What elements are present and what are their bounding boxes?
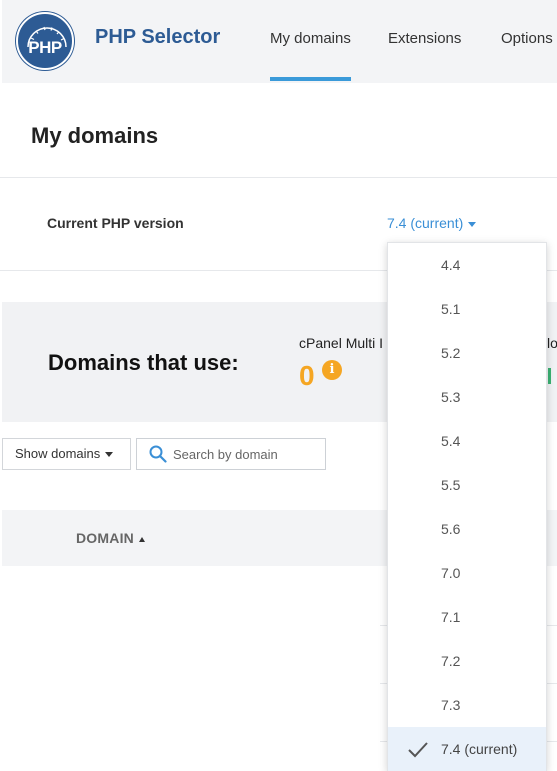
php-logo-icon: PHP [16,12,74,70]
version-option-7-3[interactable]: 7.3 [388,683,546,727]
version-option-label: 7.4 (current) [441,741,518,757]
version-option-7-2[interactable]: 7.2 [388,639,546,683]
show-domains-button[interactable]: Show domains [2,438,131,470]
version-option-7-1[interactable]: 7.1 [388,595,546,639]
usage-title: Domains that use: [48,350,239,375]
version-option-label: 5.5 [441,477,461,493]
info-icon[interactable]: i [322,360,342,380]
version-option-label: 5.3 [441,389,461,405]
version-option-5-4[interactable]: 5.4 [388,419,546,463]
php-version-dropdown: 4.4 5.1 5.2 5.3 5.4 5.5 5.6 7.0 7.1 7.2 … [387,242,547,771]
logo-text: PHP [28,38,62,57]
version-option-7-0[interactable]: 7.0 [388,551,546,595]
checkmark-icon [408,742,428,758]
divider [0,177,557,178]
version-option-label: 4.4 [441,257,461,273]
tab-options[interactable]: Options [501,30,553,47]
version-option-5-1[interactable]: 5.1 [388,287,546,331]
version-option-label: 5.1 [441,301,461,317]
current-php-version-label: Current PHP version [47,215,184,231]
status-mark [548,368,551,384]
version-option-5-2[interactable]: 5.2 [388,331,546,375]
version-option-5-5[interactable]: 5.5 [388,463,546,507]
usage-count: 0 [299,360,315,391]
app-title: PHP Selector [95,26,221,48]
php-version-select[interactable]: 7.4 (current) [387,215,477,231]
version-option-4-4[interactable]: 4.4 [388,243,546,287]
tab-extensions[interactable]: Extensions [388,30,461,47]
version-option-label: 5.6 [441,521,461,537]
search-input[interactable] [173,439,323,469]
version-option-label: 5.2 [441,345,461,361]
sort-ascending-icon [138,536,145,542]
caret-down-icon [105,452,114,458]
column-header-label: DOMAIN [76,530,134,546]
usage-subtitle: cPanel Multi I [299,335,384,351]
version-option-5-6[interactable]: 5.6 [388,507,546,551]
version-option-label: 7.0 [441,565,461,581]
version-option-label: 7.2 [441,653,461,669]
caret-down-icon [468,221,477,227]
active-tab-indicator [270,77,351,81]
version-option-label: 5.4 [441,433,461,449]
search-icon [149,445,167,463]
usage-subtitle-2: lo [547,335,557,351]
version-option-7-4-current[interactable]: 7.4 (current) [388,727,546,771]
php-version-value: 7.4 (current) [387,215,464,231]
search-field[interactable] [136,438,326,470]
show-domains-label: Show domains [15,446,101,461]
tab-my-domains[interactable]: My domains [270,30,351,47]
version-option-5-3[interactable]: 5.3 [388,375,546,419]
version-option-label: 7.1 [441,609,461,625]
page-title: My domains [31,123,159,148]
app-header: PHP PHP Selector My domains Extensions O… [2,0,557,83]
version-option-label: 7.3 [441,697,461,713]
column-header-domain[interactable]: DOMAIN [76,530,145,546]
